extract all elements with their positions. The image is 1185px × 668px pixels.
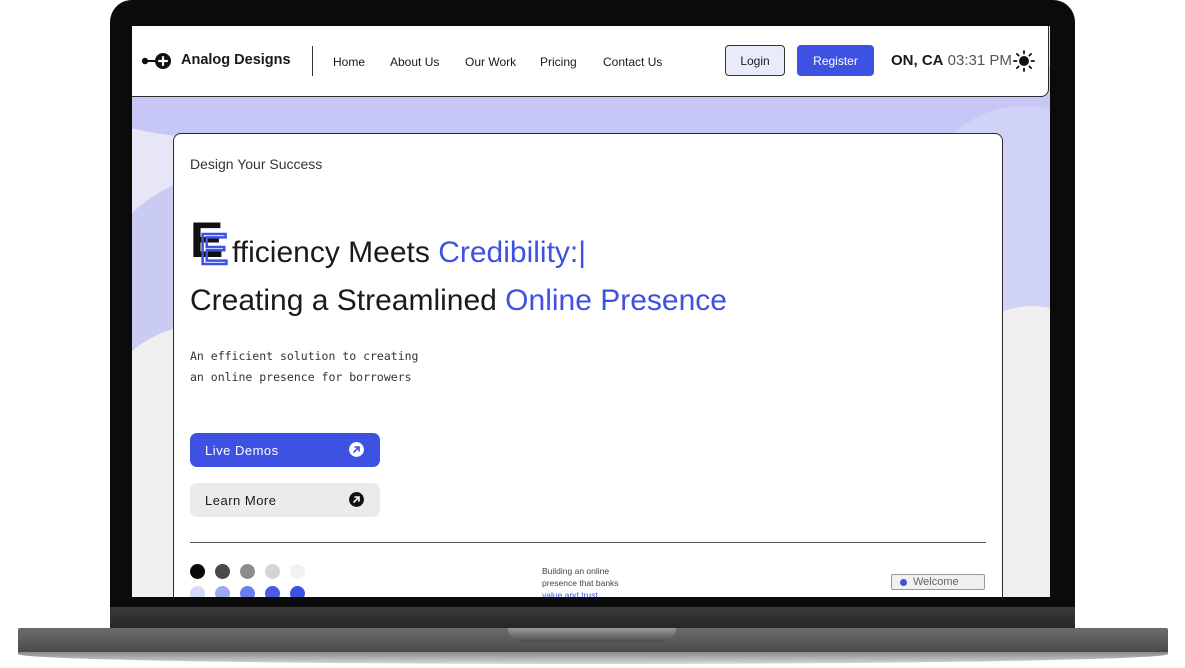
headline-line2-accent: Online Presence	[505, 284, 727, 317]
register-label: Register	[813, 53, 858, 68]
mini-blurb-line: value and trust	[542, 590, 598, 597]
sun-icon[interactable]	[1013, 50, 1035, 72]
headline-line2-plain: Creating a Streamlined	[190, 284, 506, 317]
nav-divider	[312, 46, 313, 76]
hero-tagline: Design Your Success	[190, 156, 323, 172]
nav-link-about[interactable]: About Us	[390, 55, 439, 69]
palette-swatch	[215, 586, 230, 597]
headline-line1-accent: Credibility:|	[438, 236, 587, 269]
laptop-notch	[508, 628, 676, 642]
description-line: an online presence for borrowers	[190, 370, 412, 384]
section-divider	[190, 542, 986, 543]
dot-plus-logo-icon[interactable]	[141, 52, 175, 70]
hero-card: Design Your Success E E fficiency Meets …	[173, 133, 1003, 597]
mini-blurb-line: presence that banks	[542, 578, 619, 588]
svg-text:E: E	[199, 225, 228, 267]
time-label: 03:31 PM	[947, 52, 1012, 69]
login-label: Login	[740, 53, 770, 68]
arrow-up-right-icon	[349, 492, 364, 507]
hero-description: An efficient solution to creating an onl…	[190, 346, 418, 388]
learn-more-label: Learn More	[205, 493, 277, 508]
palette-swatch	[265, 564, 280, 579]
brand-name[interactable]: Analog Designs	[181, 52, 291, 68]
laptop-hinge	[110, 607, 1075, 629]
palette-swatch	[240, 586, 255, 597]
palette-swatch	[290, 564, 305, 579]
description-line: An efficient solution to creating	[190, 349, 419, 363]
learn-more-button[interactable]: Learn More	[190, 483, 380, 517]
headline-initial-e: E E	[190, 212, 230, 267]
nav-link-pricing[interactable]: Pricing	[540, 55, 577, 69]
live-demos-label: Live Demos	[205, 443, 279, 458]
live-demos-button[interactable]: Live Demos	[190, 433, 380, 467]
headline-line-2: Creating a Streamlined Online Presence	[190, 277, 727, 325]
status-dot	[900, 578, 907, 586]
laptop-screen: Analog Designs Home About Us Our Work Pr…	[132, 26, 1050, 597]
palette-swatch	[265, 586, 280, 597]
region-label: ON, CA	[891, 52, 944, 69]
welcome-chip[interactable]: Welcome	[891, 574, 985, 590]
palette-swatch	[290, 586, 305, 597]
register-button[interactable]: Register	[797, 45, 874, 76]
locale-clock: ON, CA 03:31 PM	[891, 52, 1012, 69]
mini-blurb-line: Building an online	[542, 566, 610, 576]
nav-link-home[interactable]: Home	[333, 55, 365, 69]
laptop-base-lip	[18, 652, 1168, 664]
headline-line1-plain: fficiency Meets	[232, 236, 439, 269]
palette-swatch	[215, 564, 230, 579]
arrow-up-right-icon	[349, 442, 364, 457]
palette-swatch	[240, 564, 255, 579]
navbar: Analog Designs Home About Us Our Work Pr…	[132, 26, 1049, 97]
mini-blurb: Building an online presence that banks v…	[542, 565, 619, 597]
login-button[interactable]: Login	[725, 45, 785, 76]
palette-swatch	[190, 586, 205, 597]
headline-line-1: fficiency Meets Credibility:|	[232, 229, 586, 277]
welcome-label: Welcome	[913, 576, 959, 588]
nav-link-our-work[interactable]: Our Work	[465, 55, 516, 69]
palette-swatch	[190, 564, 205, 579]
nav-link-contact[interactable]: Contact Us	[603, 55, 662, 69]
